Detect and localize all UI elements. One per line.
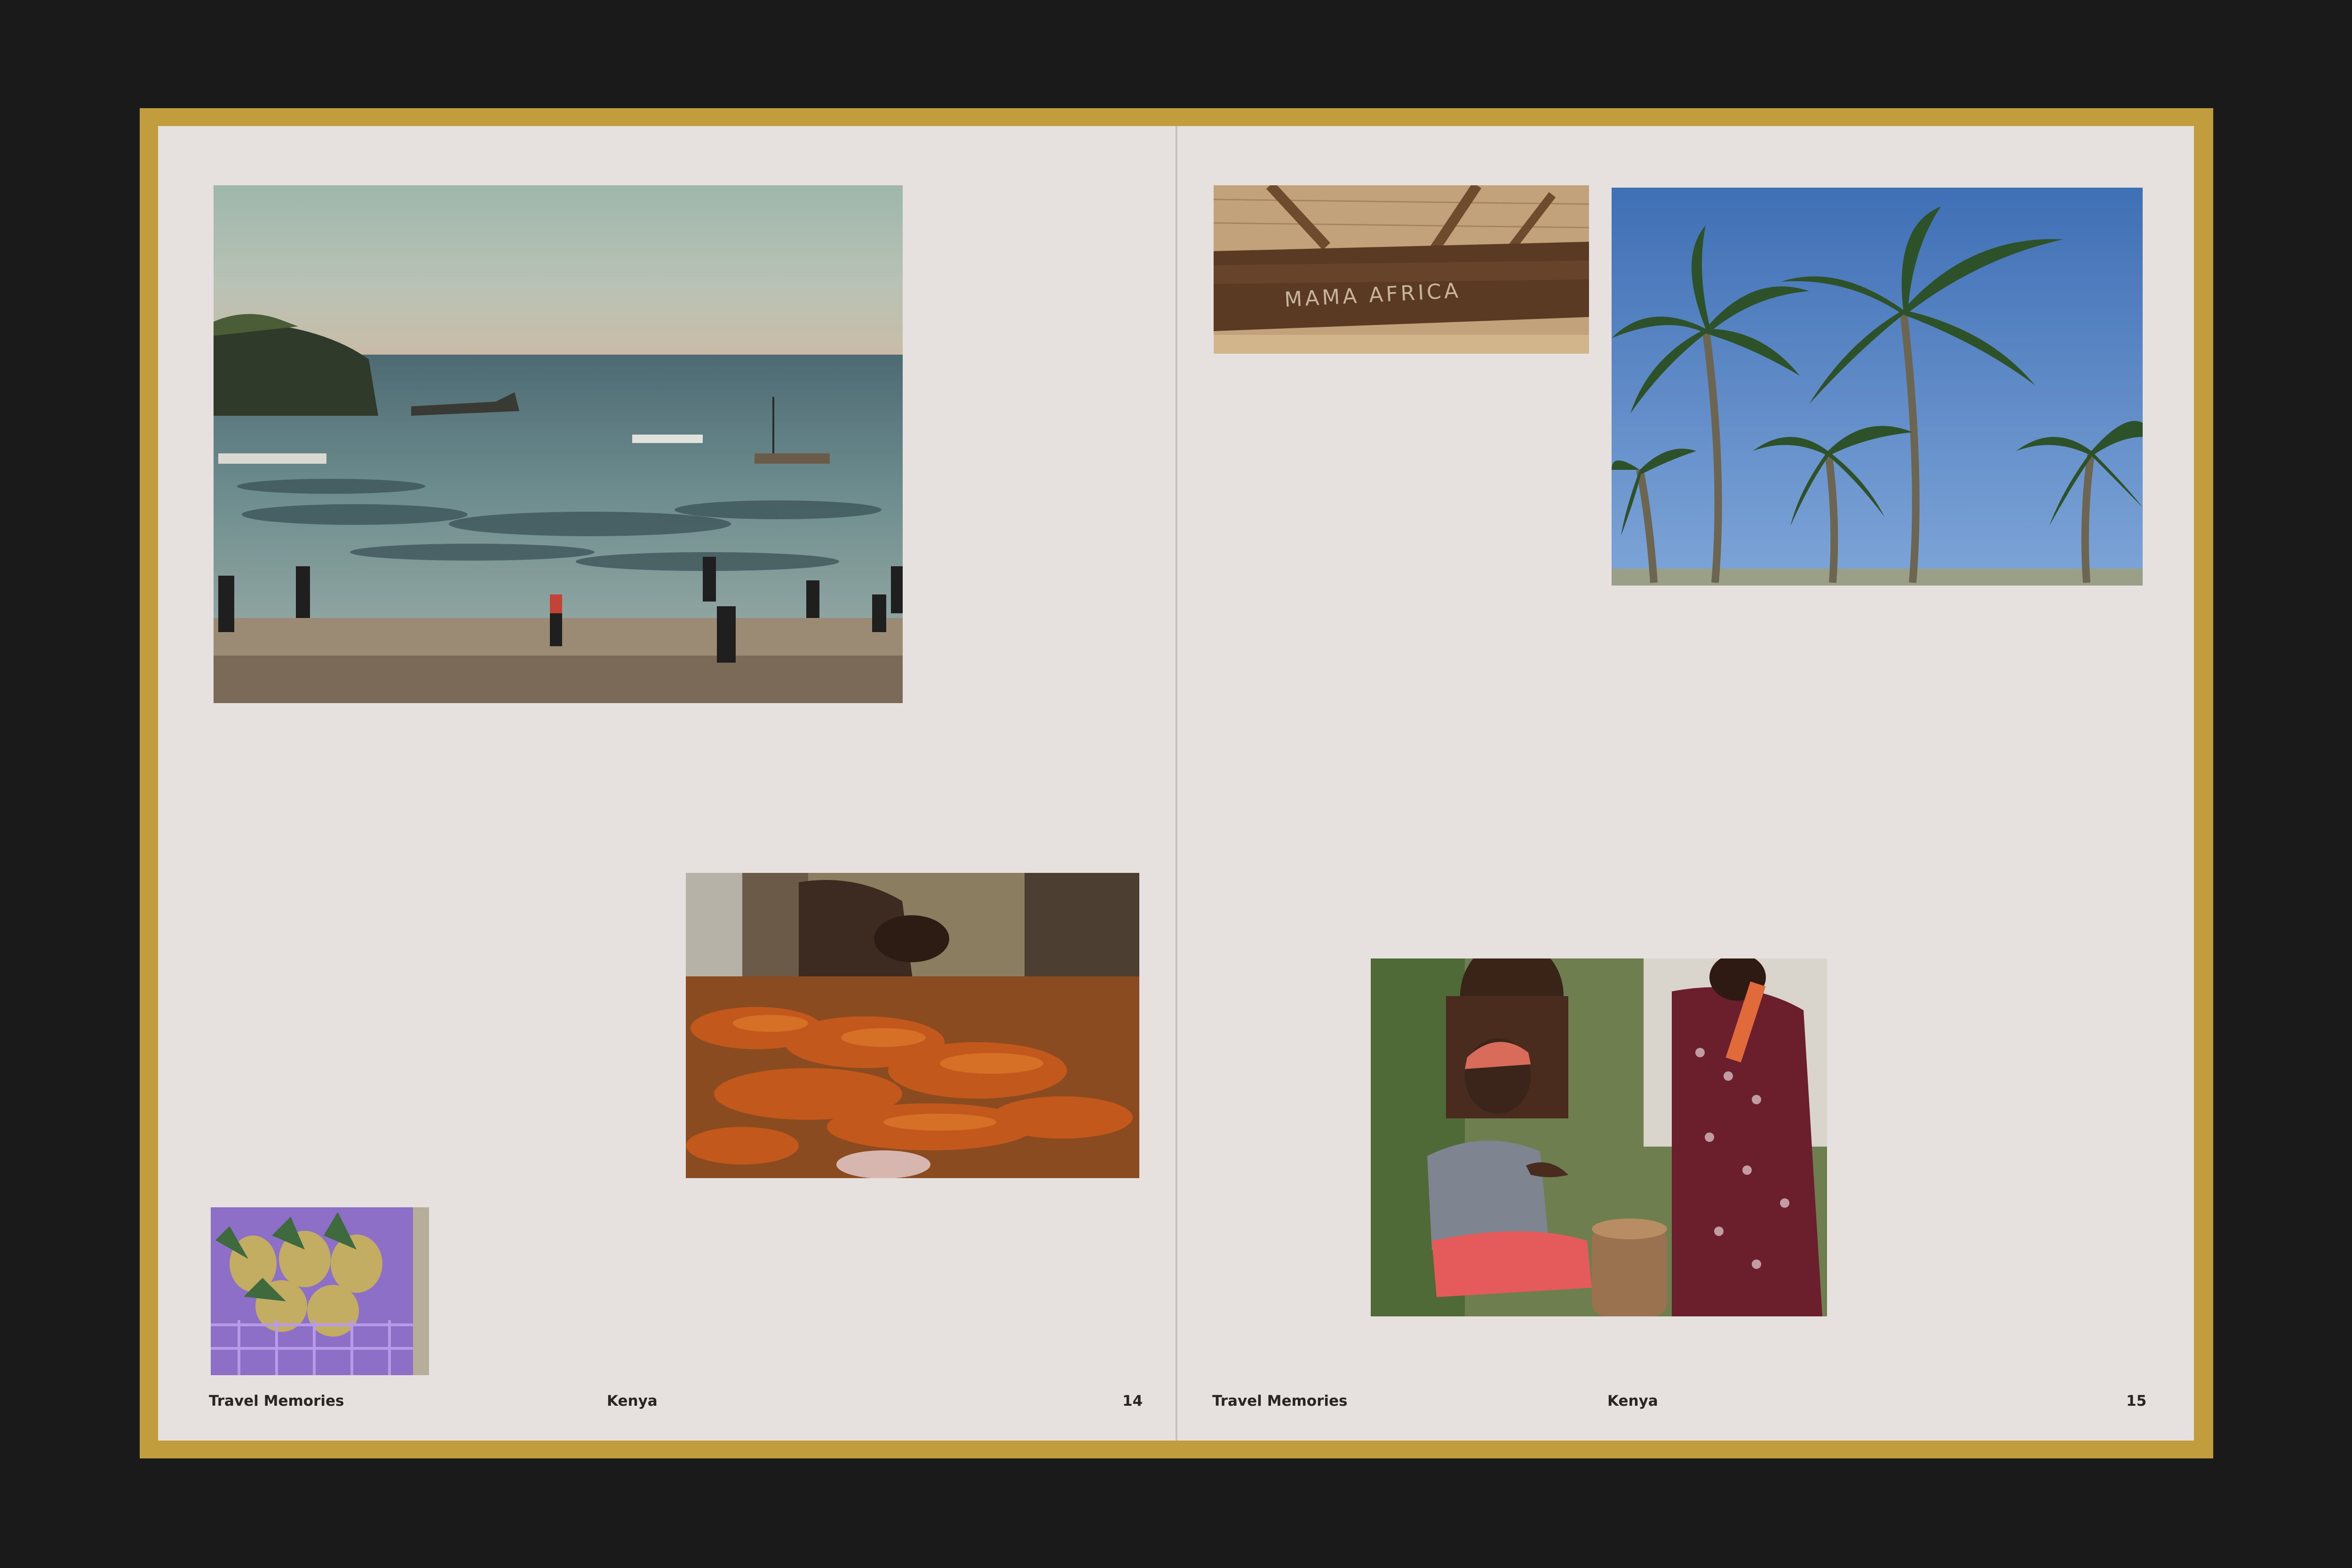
right-running-title: Travel Memories xyxy=(1212,1393,1348,1410)
left-section-label: Kenya xyxy=(607,1393,658,1410)
grilled-lobster-photo xyxy=(686,873,1139,1178)
left-running-title: Travel Memories xyxy=(209,1393,344,1410)
right-section-label: Kenya xyxy=(1607,1393,1658,1410)
palm-trees-photo xyxy=(1612,188,2143,586)
drummer-and-dancers-photo xyxy=(1371,958,1827,1316)
mama-africa-sign-photo: MAMA AFRICA xyxy=(1214,185,1589,354)
pineapple-crate-photo xyxy=(211,1207,429,1375)
book-gutter xyxy=(1176,126,1177,1441)
right-page-number: 15 xyxy=(2126,1393,2147,1410)
beach-photo xyxy=(214,185,903,703)
left-page-number: 14 xyxy=(1122,1393,1143,1410)
